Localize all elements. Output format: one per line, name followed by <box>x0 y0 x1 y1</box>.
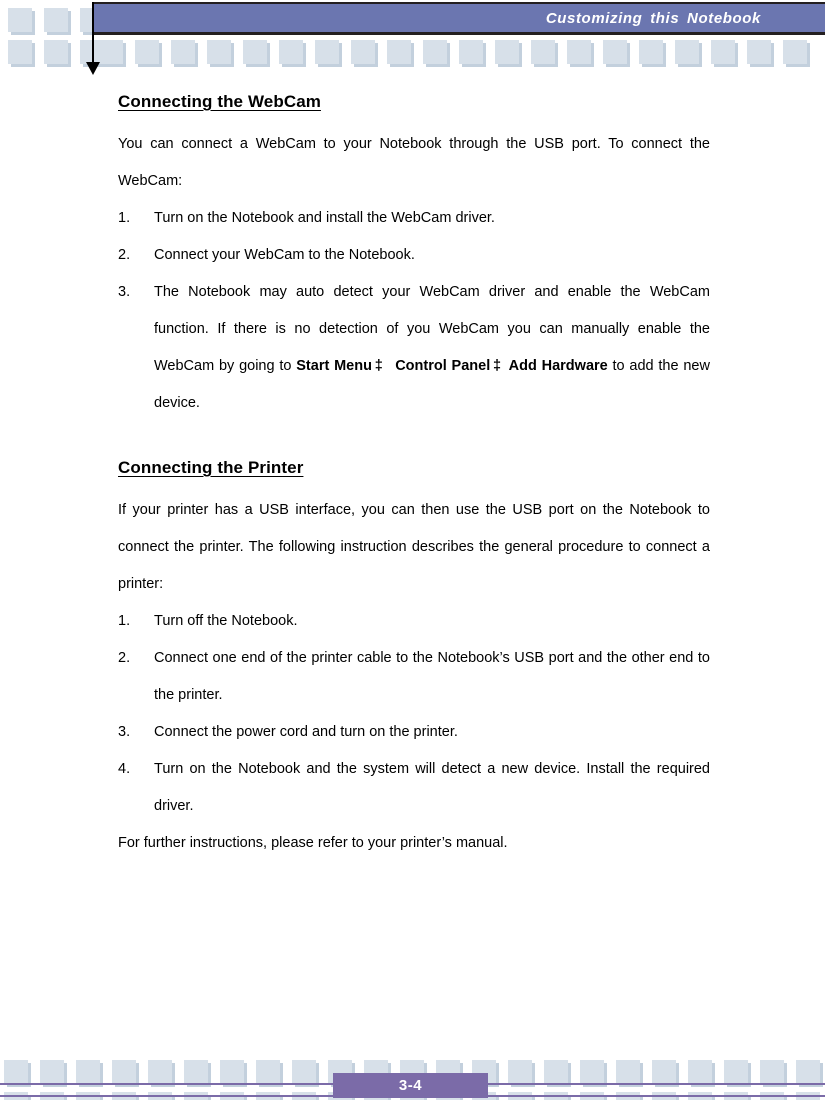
decorative-square <box>747 40 774 67</box>
list-item-text: The Notebook may auto detect your WebCam… <box>154 274 710 422</box>
decorative-square <box>603 40 630 67</box>
document-body: Connecting the WebCam You can connect a … <box>118 92 710 862</box>
decorative-square <box>580 1060 607 1087</box>
decorative-square <box>40 1060 67 1087</box>
decorative-square <box>760 1060 787 1087</box>
menu-path-control-panel: Control Panel <box>395 358 491 374</box>
decorative-square <box>44 40 71 67</box>
webcam-steps-list: 1. Turn on the Notebook and install the … <box>118 200 710 422</box>
decorative-square <box>256 1060 283 1087</box>
decorative-square <box>783 40 810 67</box>
list-item-number: 3. <box>118 284 131 300</box>
decorative-square <box>387 40 414 67</box>
decorative-square <box>567 40 594 67</box>
section-heading-webcam: Connecting the WebCam <box>118 92 321 111</box>
list-item: 3. Connect the power cord and turn on th… <box>118 714 710 751</box>
webcam-intro-paragraph: You can connect a WebCam to your Noteboo… <box>118 136 710 189</box>
decorative-square <box>4 1060 31 1087</box>
page-header: Customizing this Notebook <box>0 0 825 75</box>
printer-steps-list: 1. Turn off the Notebook. 2. Connect one… <box>118 603 710 825</box>
list-item-text: Connect one end of the printer cable to … <box>154 650 710 703</box>
menu-path-arrow-icon: ‡ <box>492 358 502 374</box>
decorative-square <box>423 40 450 67</box>
header-title-bar: Customizing this Notebook <box>93 2 825 35</box>
menu-path-arrow-icon: ‡ <box>373 358 384 374</box>
decorative-square <box>796 1060 823 1087</box>
decorative-square <box>544 1060 571 1087</box>
decorative-square <box>148 1060 175 1087</box>
printer-closing-paragraph: For further instructions, please refer t… <box>118 835 508 851</box>
list-item-text: Turn on the Notebook and install the Web… <box>154 210 495 226</box>
list-item-text: Connect your WebCam to the Notebook. <box>154 247 415 263</box>
list-item-number: 4. <box>118 761 131 777</box>
page-number-badge: 3-4 <box>333 1073 488 1098</box>
decorative-square <box>711 40 738 67</box>
menu-path-start-menu: Start Menu <box>296 358 372 374</box>
decorative-square <box>8 8 35 35</box>
decorative-square <box>531 40 558 67</box>
decorative-square <box>459 40 486 67</box>
list-item: 1. Turn on the Notebook and install the … <box>118 200 710 237</box>
decorative-square <box>99 40 126 67</box>
decorative-squares-left-row <box>8 40 107 67</box>
section-heading-printer: Connecting the Printer <box>118 458 304 477</box>
list-item-number: 1. <box>118 613 131 629</box>
menu-path-add-hardware: Add Hardware <box>508 358 608 374</box>
list-item: 4. Turn on the Notebook and the system w… <box>118 751 710 825</box>
list-item-number: 1. <box>118 210 131 226</box>
decorative-square <box>279 40 306 67</box>
list-item-text: Turn on the Notebook and the system will… <box>154 761 710 814</box>
decorative-square <box>724 1060 751 1087</box>
decorative-square <box>171 40 198 67</box>
printer-intro-paragraph: If your printer has a USB interface, you… <box>118 502 710 592</box>
decorative-square <box>315 40 342 67</box>
decorative-square <box>44 8 71 35</box>
decorative-square <box>207 40 234 67</box>
decorative-square <box>616 1060 643 1087</box>
list-item-number: 3. <box>118 724 131 740</box>
decorative-squares-top-left <box>8 8 107 35</box>
decorative-square <box>508 1060 535 1087</box>
decorative-square <box>639 40 666 67</box>
decorative-square <box>76 1060 103 1087</box>
list-item: 2. Connect one end of the printer cable … <box>118 640 710 714</box>
decorative-square <box>688 1060 715 1087</box>
list-item: 1. Turn off the Notebook. <box>118 603 710 640</box>
decorative-square <box>184 1060 211 1087</box>
down-arrow-icon <box>86 62 100 75</box>
decorative-square <box>8 40 35 67</box>
decorative-square <box>351 40 378 67</box>
decorative-square <box>495 40 522 67</box>
list-item-number: 2. <box>118 650 131 666</box>
list-item: 3. The Notebook may auto detect your Web… <box>118 274 710 422</box>
list-item: 2. Connect your WebCam to the Notebook. <box>118 237 710 274</box>
decorative-square <box>292 1060 319 1087</box>
list-item-text: Turn off the Notebook. <box>154 613 298 629</box>
decorative-square <box>652 1060 679 1087</box>
decorative-squares-header-row <box>99 40 810 67</box>
list-item-number: 2. <box>118 247 131 263</box>
decorative-square <box>112 1060 139 1087</box>
header-title-text: Customizing this Notebook <box>545 9 761 27</box>
decorative-square <box>675 40 702 67</box>
decorative-square <box>220 1060 247 1087</box>
decorative-square <box>135 40 162 67</box>
decorative-square <box>243 40 270 67</box>
list-item-text: Connect the power cord and turn on the p… <box>154 724 458 740</box>
